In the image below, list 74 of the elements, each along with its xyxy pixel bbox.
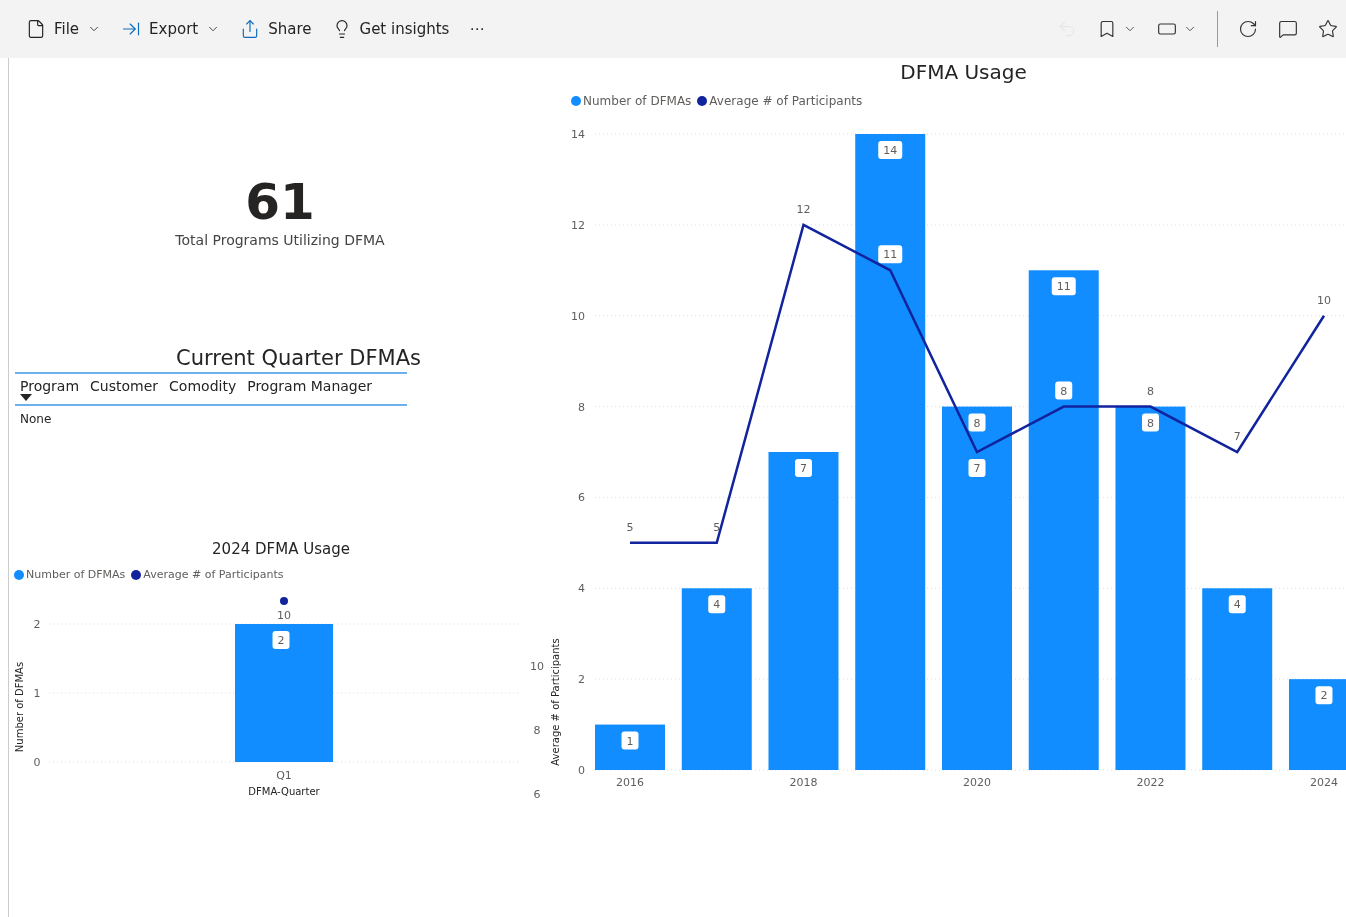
axis-tick-label: 4 — [578, 582, 585, 596]
data-label: 10 — [277, 609, 291, 622]
refresh-icon — [1238, 19, 1258, 39]
chart-title: DFMA Usage — [899, 60, 1028, 84]
chart-title: 2024 DFMA Usage — [211, 540, 351, 558]
axis-tick-label: 0 — [33, 756, 41, 769]
axis-tick-label: Q1 — [276, 769, 292, 782]
toolbar-button[interactable]: File — [18, 15, 110, 43]
axis-title: Average # of Participants — [550, 638, 561, 766]
axis-tick-label: 6 — [578, 491, 585, 505]
comment-icon — [1278, 19, 1298, 39]
kpi-value: 61 — [245, 174, 315, 230]
line-point — [280, 597, 288, 605]
data-label: 7 — [1233, 430, 1241, 443]
axis-tick-label: 2024 — [1310, 776, 1338, 789]
axis-title: Number of DFMAs — [14, 661, 25, 753]
data-label: 4 — [708, 595, 726, 614]
axis-tick-label: 1 — [33, 687, 41, 700]
axis-tick-label: 10 — [530, 660, 544, 673]
data-label: 8 — [1060, 384, 1068, 398]
data-label: 2 — [277, 634, 285, 647]
toolbar-button[interactable]: Export — [113, 15, 229, 43]
axis-tick-label: 8 — [578, 400, 585, 414]
axis-tick-label: 2018 — [789, 776, 818, 789]
kpi-label: Total Programs Utilizing DFMA — [175, 232, 385, 248]
column-header[interactable]: Customer — [90, 378, 159, 394]
axis-tick-label: 2020 — [963, 776, 991, 789]
data-label: 11 — [1056, 280, 1071, 294]
axis-tick-label: 12 — [571, 218, 585, 232]
document-icon — [26, 19, 46, 39]
axis-tick-label: 0 — [578, 764, 585, 777]
star-icon — [1318, 19, 1338, 39]
data-label: 12 — [796, 202, 811, 216]
data-label: 10 — [1317, 293, 1331, 307]
axis-title: DFMA-Quarter — [248, 786, 320, 797]
legend-item: Average # of Participants — [131, 568, 284, 581]
data-label: 2 — [1315, 686, 1333, 705]
axis-tick-label: 10 — [571, 309, 585, 323]
data-label: 4 — [713, 598, 721, 612]
data-label: 11 — [883, 248, 898, 262]
column-header[interactable]: Comodity — [169, 378, 237, 394]
data-label: 7 — [799, 462, 807, 475]
data-label: 4 — [1233, 598, 1241, 612]
axis-tick-label: 14 — [571, 128, 585, 141]
data-label: 1 — [626, 734, 634, 748]
data-label: 8 — [973, 416, 981, 430]
axis-tick-label: 8 — [533, 724, 541, 737]
axis-tick-label: 2 — [578, 673, 585, 687]
data-label: 11 — [1051, 277, 1076, 296]
toolbar-button[interactable]: ⋯ — [461, 16, 493, 42]
data-label: 8 — [1146, 416, 1154, 430]
axis-tick-label: 2016 — [616, 776, 644, 789]
data-label: 5 — [713, 520, 721, 534]
data-label: 14 — [883, 144, 898, 157]
data-label: 14 — [878, 141, 903, 159]
table-title: Current Quarter DFMAs — [175, 346, 421, 370]
column-header[interactable]: Program Manager — [247, 378, 373, 394]
axis-tick-label: 2 — [33, 618, 41, 631]
data-label: 7 — [973, 462, 981, 475]
data-label: 11 — [878, 245, 903, 264]
axis-tick-label: 2022 — [1136, 776, 1165, 789]
legend-item: Number of DFMAs — [571, 94, 692, 108]
axis-tick-label: 6 — [533, 788, 541, 801]
data-label: 5 — [626, 520, 634, 534]
data-label: 8 — [1147, 384, 1154, 398]
table-cell-text: None — [19, 411, 53, 428]
toolbar-button[interactable]: Get insights — [323, 15, 458, 43]
toolbar-button[interactable]: Share — [232, 15, 320, 43]
data-label: 7 — [968, 459, 986, 477]
column-header[interactable]: Program — [20, 378, 80, 394]
data-label: 2 — [1320, 689, 1328, 703]
legend-item: Number of DFMAs — [14, 568, 126, 581]
legend-item: Average # of Participants — [697, 94, 863, 108]
bar — [595, 724, 665, 770]
